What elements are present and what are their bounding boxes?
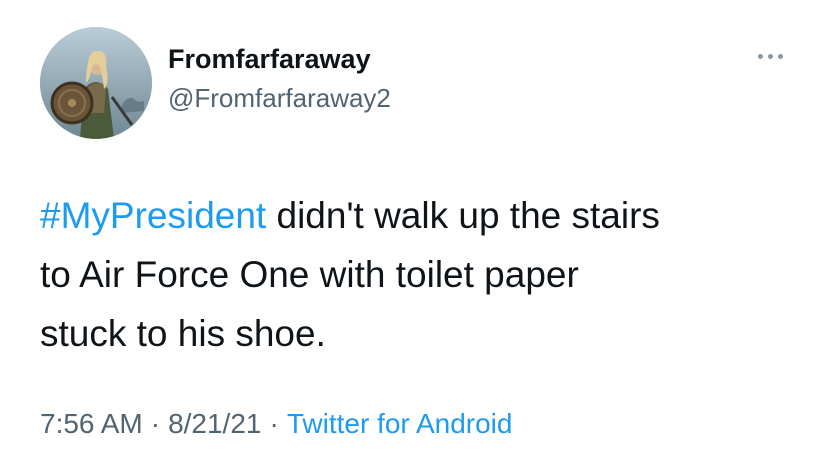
meta-separator: · [150,408,161,439]
more-dot [758,54,763,59]
avatar[interactable] [40,27,152,139]
more-dot [778,54,783,59]
tweet-text: #MyPresident didn't walk up the stairs to… [40,186,810,363]
tweet-date[interactable]: 8/21/21 [168,408,261,439]
tweet-source-link[interactable]: Twitter for Android [287,408,513,439]
hashtag-link[interactable]: #MyPresident [40,195,266,236]
avatar-image [40,27,152,139]
tweet-text-line1: didn't walk up the stairs [266,195,660,236]
tweet-text-line3: stuck to his shoe. [40,313,326,354]
tweet-card: Fromfarfaraway @Fromfarfaraway2 #MyPresi… [0,0,827,465]
user-handle[interactable]: @Fromfarfaraway2 [168,83,391,114]
display-name[interactable]: Fromfarfaraway [168,44,371,75]
more-horizontal-icon[interactable] [754,46,788,66]
tweet-text-line2: to Air Force One with toilet paper [40,254,579,295]
more-dot [768,54,773,59]
tweet-time[interactable]: 7:56 AM [40,408,143,439]
meta-separator: · [269,408,279,439]
tweet-metadata: 7:56 AM · 8/21/21 · Twitter for Android [40,408,512,440]
